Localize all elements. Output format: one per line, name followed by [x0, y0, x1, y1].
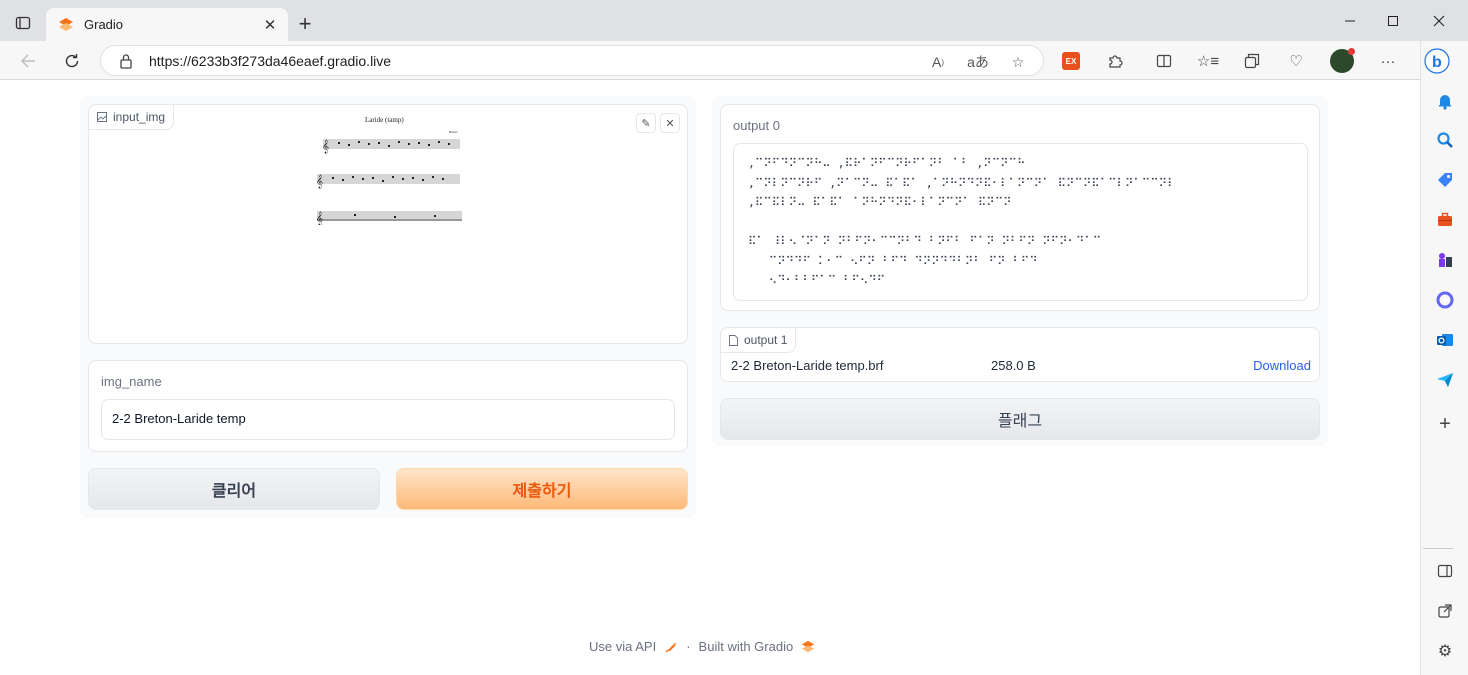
- browser-toolbar: https://6233b3f273da46eaef.gradio.live A…: [0, 41, 1468, 80]
- tab-actions-icon[interactable]: [10, 10, 36, 36]
- footer-dot: ·: [686, 639, 691, 654]
- read-aloud-icon[interactable]: A): [927, 51, 949, 73]
- favorites-list-icon[interactable]: ☆≡: [1196, 49, 1220, 73]
- clear-button[interactable]: 클리어: [88, 468, 380, 510]
- input-img-label: input_img: [113, 110, 166, 124]
- translate-icon[interactable]: aあ: [967, 51, 989, 73]
- svg-text:𝄞: 𝄞: [316, 211, 323, 225]
- clear-image-icon[interactable]: ✕: [660, 113, 680, 133]
- new-tab-button[interactable]: +: [292, 12, 318, 38]
- rocket-icon: [665, 641, 677, 652]
- settings-gear-icon[interactable]: ⚙: [1433, 639, 1457, 663]
- svg-text:𝄞: 𝄞: [316, 174, 323, 188]
- search-icon[interactable]: [1433, 128, 1457, 152]
- image-icon: [97, 112, 107, 122]
- lock-icon: [120, 54, 132, 69]
- address-bar[interactable]: https://6233b3f273da46eaef.gradio.live A…: [100, 45, 1044, 76]
- edit-image-icon[interactable]: ✎: [636, 113, 656, 133]
- extensions-puzzle-icon[interactable]: [1103, 49, 1127, 73]
- browser-tab[interactable]: Gradio ✕: [46, 8, 288, 41]
- flag-button[interactable]: 플래그: [720, 398, 1320, 440]
- telegram-send-icon[interactable]: [1433, 368, 1457, 392]
- tab-title: Gradio: [84, 17, 124, 32]
- refresh-icon[interactable]: [58, 47, 86, 75]
- edge-sidebar: b + ⚙: [1420, 41, 1468, 675]
- output-column: output 0 ,⠉⠝⠋⠙⠝⠉⠝⠓⠤ ,⠯⠗⠁⠝⠋⠉⠝⠗⠋⠁⠝⠃ ⠁⠃ ,⠝⠉…: [712, 96, 1328, 446]
- svg-text:𝄞: 𝄞: [322, 139, 329, 153]
- output-1-block: output 1 2-2 Breton-Laride temp.brf 258.…: [720, 327, 1320, 382]
- bing-copilot-icon[interactable]: b: [1423, 46, 1451, 76]
- img-name-input[interactable]: 2-2 Breton-Laride temp: [101, 399, 675, 440]
- gradio-logo-icon: [802, 640, 815, 652]
- microsoft-365-icon[interactable]: [1433, 288, 1457, 312]
- sidebar-divider: [1423, 548, 1453, 549]
- submit-button[interactable]: 제출하기: [396, 468, 688, 510]
- file-icon: [729, 334, 738, 346]
- add-sidebar-item-icon[interactable]: +: [1433, 412, 1457, 436]
- tools-briefcase-icon[interactable]: [1433, 208, 1457, 232]
- url-text: https://6233b3f273da46eaef.gradio.live: [149, 53, 392, 69]
- more-menu-icon[interactable]: ···: [1376, 49, 1400, 73]
- shopping-tag-icon[interactable]: [1433, 168, 1457, 192]
- download-link[interactable]: Download: [1253, 358, 1311, 373]
- external-link-icon[interactable]: [1433, 599, 1457, 623]
- maximize-icon[interactable]: [1370, 8, 1416, 34]
- collections-icon[interactable]: [1240, 49, 1264, 73]
- output-1-label: output 1: [744, 333, 788, 347]
- gradio-favicon-icon: [59, 17, 73, 31]
- split-screen-icon[interactable]: [1152, 49, 1176, 73]
- browser-essentials-icon[interactable]: ♡: [1284, 49, 1308, 73]
- back-icon[interactable]: [14, 47, 42, 75]
- output-0-label: output 0: [733, 118, 780, 133]
- input-img-chip: input_img: [88, 104, 175, 130]
- hide-sidebar-icon[interactable]: [1433, 559, 1457, 583]
- img-name-block: img_name 2-2 Breton-Laride temp: [88, 360, 688, 452]
- games-chess-icon[interactable]: [1433, 248, 1457, 272]
- built-with-gradio-link[interactable]: Built with Gradio: [699, 639, 794, 654]
- input-column: input_img ✎ ✕ Laride (tamp) Breton 𝄞 𝄞 𝄞…: [80, 96, 696, 518]
- outlook-icon[interactable]: [1433, 328, 1457, 352]
- footer: Use via API · Built with Gradio: [589, 639, 815, 654]
- favorite-star-icon[interactable]: ☆: [1007, 51, 1029, 73]
- notifications-bell-icon[interactable]: [1433, 89, 1457, 113]
- svg-text:Breton: Breton: [449, 130, 458, 134]
- close-tab-icon[interactable]: ✕: [258, 13, 282, 37]
- output-1-chip: output 1: [720, 327, 797, 353]
- sheet-music-image: Laride (tamp) Breton 𝄞 𝄞 𝄞: [315, 113, 465, 225]
- braille-output-textarea[interactable]: ,⠉⠝⠋⠙⠝⠉⠝⠓⠤ ,⠯⠗⠁⠝⠋⠉⠝⠗⠋⠁⠝⠃ ⠁⠃ ,⠝⠉⠝⠉⠓ ,⠉⠝⠇⠝…: [733, 143, 1308, 301]
- close-window-icon[interactable]: [1416, 8, 1462, 34]
- browser-tab-bar: Gradio ✕ +: [0, 0, 1468, 41]
- minimize-icon[interactable]: [1327, 8, 1373, 34]
- profile-avatar[interactable]: [1330, 48, 1355, 73]
- svg-text:b: b: [1432, 54, 1442, 71]
- use-via-api-link[interactable]: Use via API: [589, 639, 656, 654]
- file-size: 258.0 B: [991, 358, 1036, 373]
- extension-ex-icon[interactable]: EX: [1059, 49, 1083, 73]
- gradio-app: input_img ✎ ✕ Laride (tamp) Breton 𝄞 𝄞 𝄞…: [0, 80, 1420, 675]
- input-image-block[interactable]: input_img ✎ ✕ Laride (tamp) Breton 𝄞 𝄞 𝄞: [88, 104, 688, 344]
- file-name: 2-2 Breton-Laride temp.brf: [731, 358, 884, 373]
- output-0-block: output 0 ,⠉⠝⠋⠙⠝⠉⠝⠓⠤ ,⠯⠗⠁⠝⠋⠉⠝⠗⠋⠁⠝⠃ ⠁⠃ ,⠝⠉…: [720, 104, 1320, 311]
- img-name-label: img_name: [101, 374, 162, 389]
